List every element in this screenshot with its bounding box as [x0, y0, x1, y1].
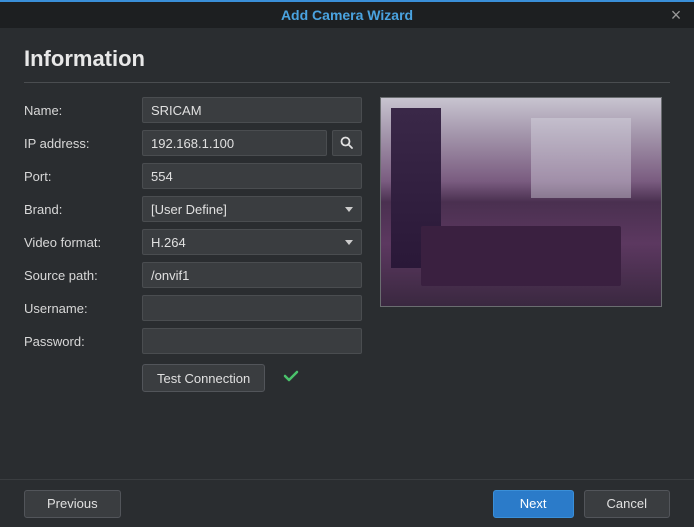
source-input[interactable] [142, 262, 362, 288]
password-label: Password: [24, 334, 142, 349]
titlebar: Add Camera Wizard × [0, 0, 694, 28]
footer-bar: Previous Next Cancel [0, 479, 694, 527]
test-connection-button[interactable]: Test Connection [142, 364, 265, 392]
username-label: Username: [24, 301, 142, 316]
content-area: Information Name: IP address: [0, 28, 694, 392]
search-icon [340, 136, 354, 150]
form-area: Name: IP address: [24, 97, 670, 392]
username-input[interactable] [142, 295, 362, 321]
row-port: Port: [24, 163, 362, 189]
window-title: Add Camera Wizard [281, 7, 413, 23]
close-button[interactable]: × [666, 6, 686, 26]
row-password: Password: [24, 328, 362, 354]
chevron-down-icon [345, 207, 353, 212]
camera-preview-image [380, 97, 662, 307]
check-icon [283, 369, 299, 388]
name-label: Name: [24, 103, 142, 118]
brand-label: Brand: [24, 202, 142, 217]
name-input[interactable] [142, 97, 362, 123]
video-value: H.264 [151, 235, 186, 250]
close-icon: × [671, 5, 682, 25]
cancel-button[interactable]: Cancel [584, 490, 670, 518]
row-username: Username: [24, 295, 362, 321]
password-input[interactable] [142, 328, 362, 354]
form-fields: Name: IP address: [24, 97, 362, 392]
brand-value: [User Define] [151, 202, 227, 217]
row-source: Source path: [24, 262, 362, 288]
video-label: Video format: [24, 235, 142, 250]
preview-pane [380, 97, 670, 392]
source-label: Source path: [24, 268, 142, 283]
previous-button[interactable]: Previous [24, 490, 121, 518]
brand-select[interactable]: [User Define] [142, 196, 362, 222]
row-ip: IP address: [24, 130, 362, 156]
next-button[interactable]: Next [493, 490, 574, 518]
section-heading: Information [24, 46, 670, 83]
port-label: Port: [24, 169, 142, 184]
port-input[interactable] [142, 163, 362, 189]
ip-input[interactable] [142, 130, 327, 156]
row-brand: Brand: [User Define] [24, 196, 362, 222]
video-select[interactable]: H.264 [142, 229, 362, 255]
row-name: Name: [24, 97, 362, 123]
ip-label: IP address: [24, 136, 142, 151]
search-ip-button[interactable] [332, 130, 362, 156]
test-row: Test Connection [24, 364, 362, 392]
row-video: Video format: H.264 [24, 229, 362, 255]
chevron-down-icon [345, 240, 353, 245]
